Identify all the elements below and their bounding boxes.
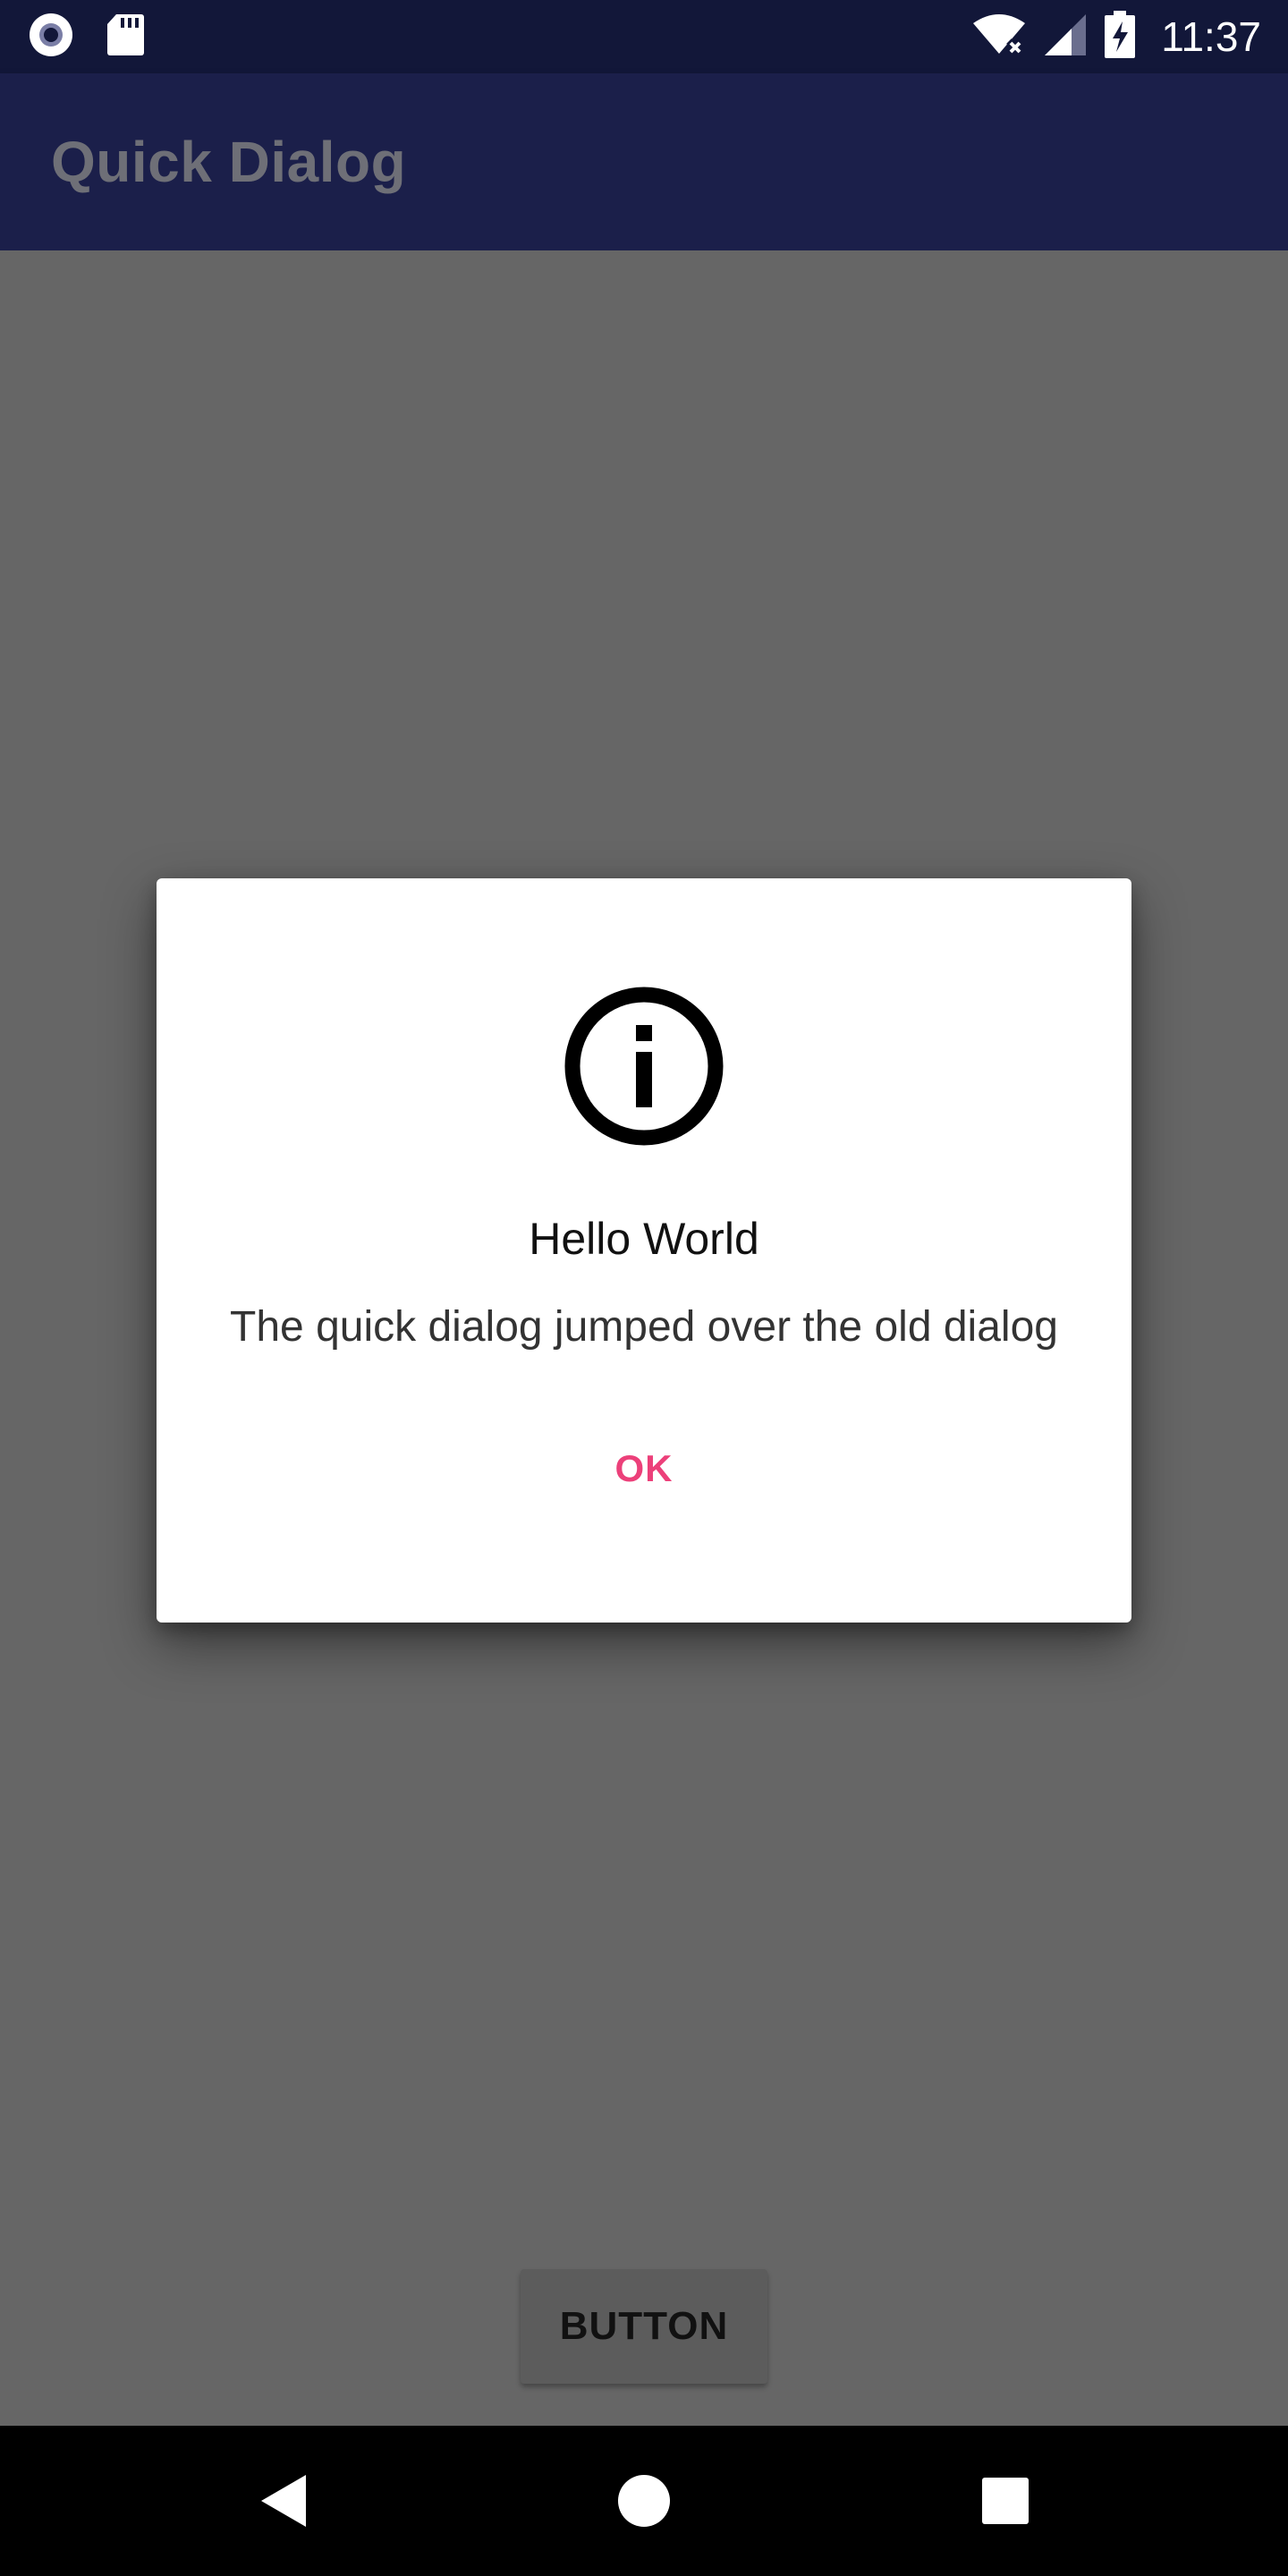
main-button[interactable]: BUTTON (521, 2269, 767, 2384)
battery-charging-icon (1104, 10, 1136, 64)
status-time: 11:37 (1161, 13, 1261, 60)
recents-icon[interactable] (961, 2456, 1050, 2546)
dialog-message: The quick dialog jumped over the old dia… (230, 1303, 1058, 1351)
app-title: Quick Dialog (51, 130, 407, 194)
status-right-icons: 11:37 (971, 10, 1261, 64)
status-left-icons (27, 13, 145, 61)
navigation-bar (0, 2426, 1288, 2576)
record-icon (27, 11, 75, 64)
status-bar: 11:37 (0, 0, 1288, 73)
home-icon[interactable] (599, 2456, 689, 2546)
app-bar: Quick Dialog (0, 73, 1288, 250)
back-icon[interactable] (238, 2456, 327, 2546)
dialog: Hello World The quick dialog jumped over… (157, 878, 1131, 1623)
signal-icon (1043, 13, 1088, 62)
ok-button[interactable]: OK (572, 1431, 716, 1506)
dialog-title: Hello World (529, 1214, 759, 1264)
wifi-off-icon (971, 13, 1027, 62)
info-icon (564, 986, 724, 1147)
sd-card-icon (106, 13, 145, 62)
